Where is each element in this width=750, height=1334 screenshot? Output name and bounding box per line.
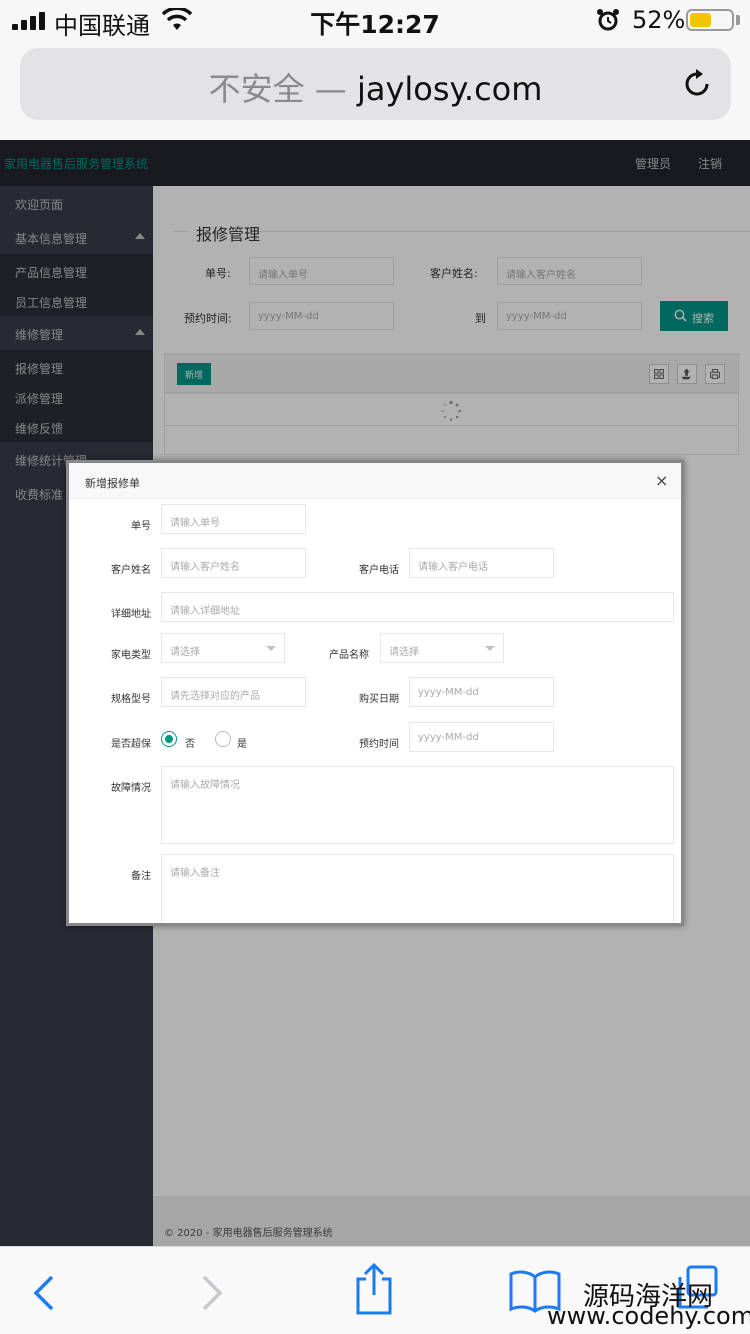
warranty-radio-no[interactable] <box>161 731 177 747</box>
share-icon[interactable] <box>352 1261 396 1317</box>
url-display[interactable]: 不安全 — jaylosy.com <box>20 64 731 110</box>
modal-remark-textarea[interactable]: 请输入备注 <box>161 854 674 923</box>
back-icon[interactable] <box>30 1273 56 1313</box>
reload-icon[interactable] <box>681 68 713 100</box>
appliance-type-label: 家电类型 <box>111 650 151 661</box>
purchase-date-label: 购买日期 <box>359 694 399 705</box>
modal-appliance-type-select[interactable]: 请选择 <box>161 633 285 663</box>
modal-customer-phone-input[interactable]: 请输入客户电话 <box>409 548 554 578</box>
appointment-label: 预约时间 <box>359 739 399 750</box>
battery-icon <box>686 9 734 31</box>
remark-label: 备注 <box>131 871 151 882</box>
fault-label: 故障情况 <box>111 783 151 794</box>
modal-address-input[interactable]: 请输入详细地址 <box>161 592 674 622</box>
warranty-label: 是否超保 <box>111 739 151 750</box>
battery-tip <box>736 15 740 25</box>
customer-phone-label: 客户电话 <box>359 565 399 576</box>
warranty-option-yes: 是 <box>237 739 247 750</box>
alarm-icon <box>597 9 619 31</box>
modal-appointment-input[interactable]: yyyy-MM-dd <box>409 722 554 752</box>
security-label: 不安全 — <box>208 70 347 108</box>
chevron-down-icon <box>485 646 495 651</box>
status-bar: 中国联通 下午12:27 52% <box>0 0 750 40</box>
watermark-site-url: www.codehy.com <box>547 1302 750 1330</box>
close-icon[interactable]: × <box>655 471 668 490</box>
modal-fault-textarea[interactable]: 请输入故障情况 <box>161 766 674 844</box>
domain-label: jaylosy.com <box>356 70 543 108</box>
modal-customer-name-input[interactable]: 请输入客户姓名 <box>161 548 306 578</box>
address-bar[interactable]: 不安全 — jaylosy.com <box>20 48 731 120</box>
battery-level <box>690 13 711 27</box>
order-no-label: 单号 <box>131 521 151 532</box>
modal-order-no-input[interactable]: 请输入单号 <box>161 504 306 534</box>
modal-model-input[interactable]: 请先选择对应的产品 <box>161 677 306 707</box>
warranty-option-no: 否 <box>185 739 195 750</box>
modal-purchase-date-input[interactable]: yyyy-MM-dd <box>409 677 554 707</box>
warranty-radio-yes[interactable] <box>215 731 231 747</box>
modal-header: 新增报修单 × <box>69 463 681 499</box>
model-label: 规格型号 <box>111 694 151 705</box>
modal-title: 新增报修单 <box>85 477 140 490</box>
product-name-label: 产品名称 <box>329 650 369 661</box>
customer-name-label: 客户姓名 <box>111 565 151 576</box>
forward-icon[interactable] <box>200 1273 226 1313</box>
modal-product-name-select[interactable]: 请选择 <box>380 633 504 663</box>
battery-percent: 52% <box>632 6 686 34</box>
select-value: 请选择 <box>389 647 419 658</box>
add-repair-modal: 新增报修单 × 单号 请输入单号 客户姓名 请输入客户姓名 客户电话 请输入客户… <box>66 460 684 926</box>
select-value: 请选择 <box>170 647 200 658</box>
chevron-down-icon <box>266 646 276 651</box>
address-label: 详细地址 <box>111 609 151 620</box>
